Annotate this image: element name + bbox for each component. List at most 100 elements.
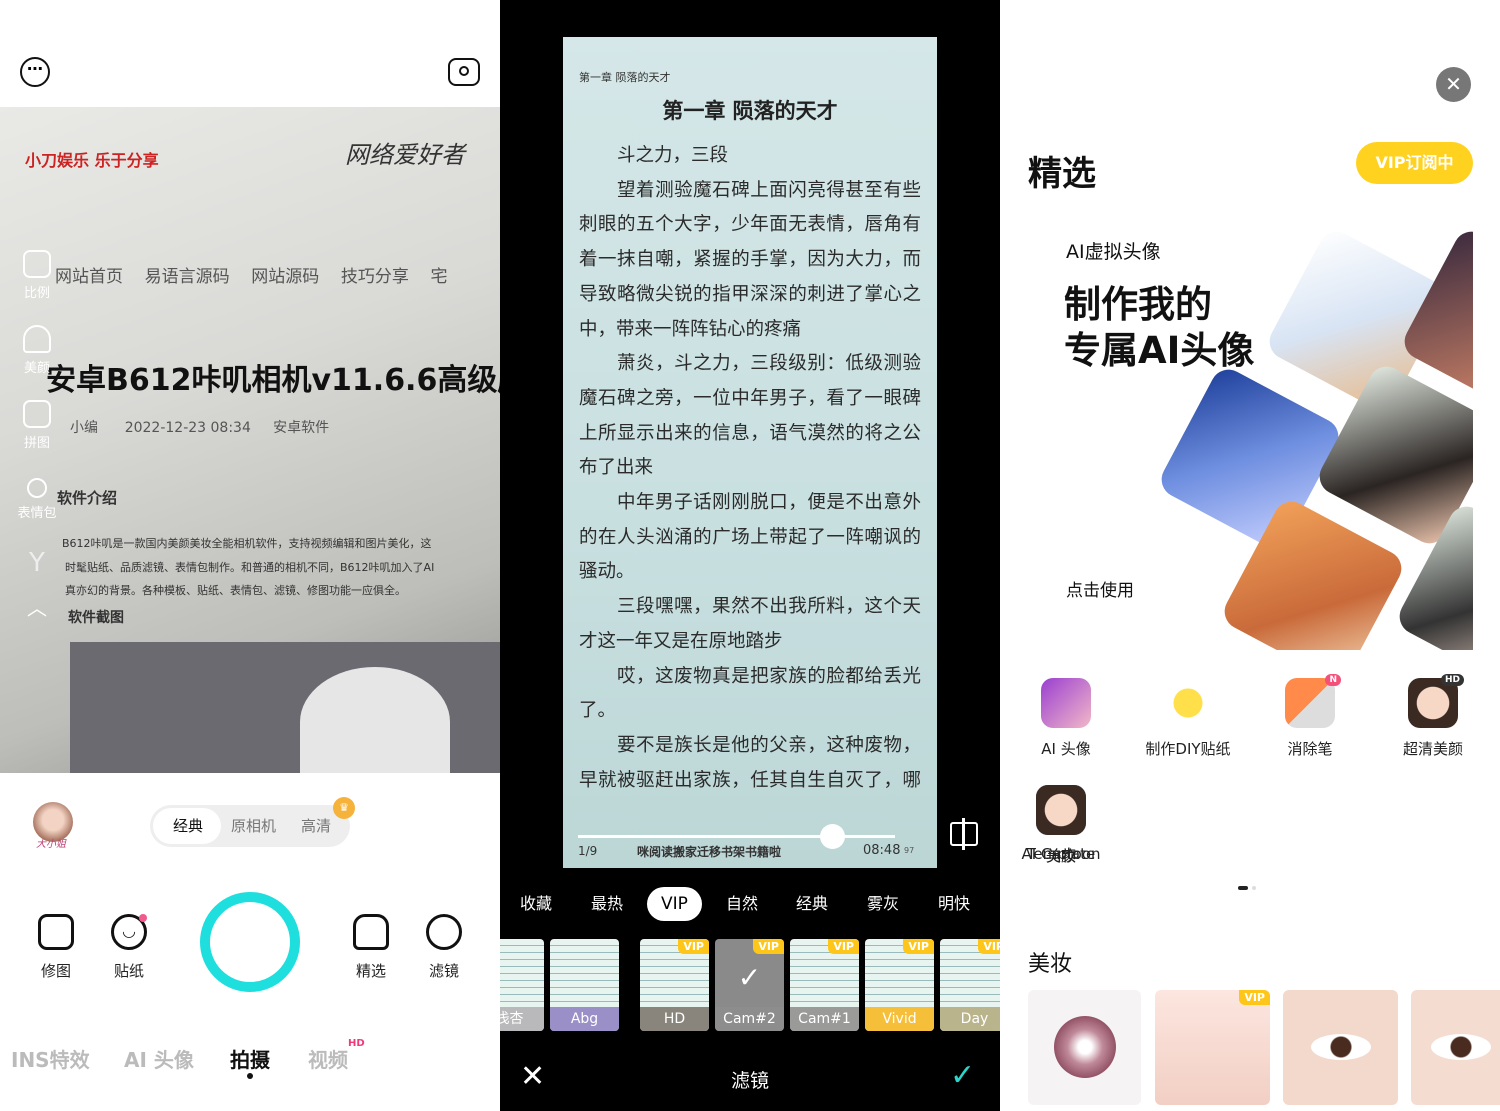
- feature-ai-avatar[interactable]: AI 头像: [1005, 678, 1127, 759]
- makeup-thumb-face[interactable]: VIP: [1155, 990, 1270, 1105]
- active-tab-dot: [247, 1073, 253, 1079]
- page-number: 1/9: [578, 844, 598, 858]
- vip-badge: VIP: [678, 939, 709, 954]
- tool-featured[interactable]: 精选: [336, 914, 406, 981]
- mode-hd[interactable]: 高清: [301, 805, 331, 847]
- filter-thumbnail[interactable]: VIP HD: [640, 939, 709, 1031]
- category-tab[interactable]: 最热: [591, 892, 623, 916]
- filter-name: 浅杏: [500, 1007, 544, 1031]
- battery-level: 97: [904, 846, 915, 855]
- tab-video[interactable]: 视频: [308, 1044, 348, 1073]
- filter-thumbnail[interactable]: 浅杏: [500, 939, 544, 1031]
- hd-beauty-icon: HD: [1408, 674, 1464, 728]
- feature-eraser[interactable]: N 消除笔: [1249, 674, 1371, 759]
- confirm-check-icon[interactable]: ✓: [950, 1058, 975, 1093]
- tab-ai-avatar[interactable]: AI 头像: [124, 1044, 194, 1073]
- feature-beauty-face[interactable]: 美颜: [1000, 785, 1122, 866]
- camera-screen: ⋯ 小刀娱乐 乐于分享 网络爱好者 网站首页 易语言源码 网站源码 技巧分享 宅…: [0, 0, 500, 1111]
- feature-label: 美颜: [1045, 847, 1076, 865]
- vip-badge: VIP: [753, 939, 784, 954]
- tool-filter[interactable]: 滤镜: [409, 914, 479, 981]
- category-tab[interactable]: 雾灰: [867, 892, 899, 916]
- filter-thumbnail[interactable]: Abg: [550, 939, 619, 1031]
- feature-label: AI 头像: [1041, 740, 1091, 758]
- slider-knob[interactable]: [819, 824, 845, 849]
- filter-thumbnail[interactable]: ✓ VIP Cam#2: [715, 939, 784, 1031]
- photo-logo: 小刀娱乐 乐于分享: [25, 151, 159, 170]
- store-icon: [353, 914, 389, 950]
- tab-ins-effects[interactable]: INS特效: [11, 1044, 90, 1073]
- badge: HD: [1440, 674, 1464, 686]
- feature-label: 超清美颜: [1402, 740, 1463, 758]
- ai-avatar-icon: [1041, 678, 1091, 728]
- filter-thumbnail[interactable]: VIP Day: [940, 939, 1000, 1031]
- collapse-chevron-icon[interactable]: ︿: [7, 592, 67, 621]
- filter-thumbnail[interactable]: VIP Vivid: [865, 939, 934, 1031]
- tool-edit-photo[interactable]: 修图: [21, 914, 91, 981]
- reader-footer: 咪阅读搬家迁移书架书籍啦: [637, 845, 782, 859]
- mode-original[interactable]: 原相机: [231, 805, 276, 847]
- banner-kicker: AI虚拟头像: [1066, 241, 1161, 263]
- beauty-face-icon: [1036, 785, 1086, 835]
- side-tool-ratio[interactable]: 比例: [7, 250, 67, 301]
- page-indicator: [1252, 886, 1256, 890]
- eraser-icon: N: [1285, 674, 1341, 728]
- more-icon[interactable]: ⋯: [20, 57, 50, 87]
- close-button[interactable]: ✕: [1436, 67, 1471, 102]
- category-tab[interactable]: 收藏: [520, 892, 552, 916]
- vip-subscription-button[interactable]: VIP订阅中: [1356, 142, 1473, 184]
- makeup-thumb-eye[interactable]: [1411, 990, 1500, 1105]
- filter-funnel-icon[interactable]: Y: [7, 548, 67, 578]
- category-tab[interactable]: 自然: [726, 892, 758, 916]
- category-tab[interactable]: VIP: [661, 892, 688, 916]
- reader-text-line: 中，带来一阵阵钻心的疼痛: [579, 318, 802, 340]
- side-tool-beauty[interactable]: 美颜: [7, 325, 67, 376]
- reader-time: 08:48: [863, 843, 901, 858]
- reading-progress-slider[interactable]: [578, 835, 895, 838]
- filter-thumbnail[interactable]: VIP Cam#1: [790, 939, 859, 1031]
- vip-badge: VIP: [1239, 990, 1270, 1005]
- category-tab[interactable]: 明快: [938, 892, 970, 916]
- tool-sticker[interactable]: ◡ 贴纸: [94, 914, 164, 981]
- photo-body: 时髦贴纸、品质滤镜、表情包制作。和普通的相机不同，B612咔叽加入了AI: [65, 561, 435, 574]
- compare-layout-icon[interactable]: [950, 818, 978, 850]
- reader-preview: 第一章 陨落的天才 第一章 陨落的天才 斗之力，三段 望着测验魔石碑上面闪亮得甚至…: [563, 37, 937, 868]
- mode-selector[interactable]: 经典 原相机 高清: [150, 805, 350, 847]
- reader-text-line: 斗之力，三段: [617, 145, 729, 166]
- sticker-icon: ◡: [111, 914, 147, 950]
- makeup-thumb-eye[interactable]: [1283, 990, 1398, 1105]
- reader-text-line: 着一抹自嘲，紧握的手掌，因为大力，而: [579, 249, 921, 271]
- avatar-label: 大小姐: [36, 839, 66, 850]
- filter-name: Vivid: [865, 1007, 934, 1031]
- banner-headline: 专属AI头像: [1064, 329, 1255, 372]
- screen-title: 滤镜: [730, 1070, 769, 1092]
- reader-text-line: 布了出来: [579, 457, 654, 479]
- flip-camera-icon[interactable]: [448, 58, 480, 86]
- vip-badge: VIP: [978, 939, 1000, 954]
- section-title: 美妆: [1028, 952, 1073, 977]
- reader-text-line: 哎，这废物真是把家族的脸都给丢光: [617, 665, 921, 687]
- feature-sparkle[interactable]: 制作DIY贴纸: [1127, 678, 1249, 759]
- filter-name: Day: [940, 1007, 1000, 1031]
- ai-avatar-banner[interactable]: AI虚拟头像 制作我的 专属AI头像 点击使用: [1028, 210, 1473, 650]
- shutter-button[interactable]: [200, 892, 300, 992]
- camera-preview[interactable]: 小刀娱乐 乐于分享 网络爱好者 网站首页 易语言源码 网站源码 技巧分享 宅 安…: [0, 107, 500, 773]
- hd-badge: HD: [348, 1038, 365, 1049]
- banner-cta[interactable]: 点击使用: [1066, 576, 1134, 601]
- mode-classic[interactable]: 经典: [173, 805, 203, 847]
- vip-badge: VIP: [828, 939, 859, 954]
- filter-screen: 第一章 陨落的天才 第一章 陨落的天才 斗之力，三段 望着测验魔石碑上面闪亮得甚至…: [500, 0, 1000, 1111]
- filter-name: Cam#2: [715, 1007, 784, 1031]
- filter-icon: [426, 914, 462, 950]
- photo-meta: 小编 2022-12-23 08:34 安卓软件: [70, 420, 330, 436]
- feature-hd-beauty[interactable]: HD 超清美颜: [1372, 674, 1494, 759]
- filter-name: HD: [640, 1007, 709, 1031]
- photo-panda: [300, 667, 450, 773]
- photo-body: B612咔叽是一款国内美颜美妆全能相机软件，支持视频编辑和图片美化，这: [62, 537, 432, 550]
- makeup-thumb-lens[interactable]: [1028, 990, 1141, 1105]
- reader-text-line: 中年男子话刚刚脱口，便是不出意外: [617, 492, 921, 513]
- tab-shoot[interactable]: 拍摄: [230, 1044, 270, 1073]
- category-tab[interactable]: 经典: [796, 892, 828, 916]
- side-tool-collage[interactable]: 拼图: [7, 400, 67, 451]
- side-tool-emoji-pack[interactable]: 表情包: [7, 478, 67, 521]
